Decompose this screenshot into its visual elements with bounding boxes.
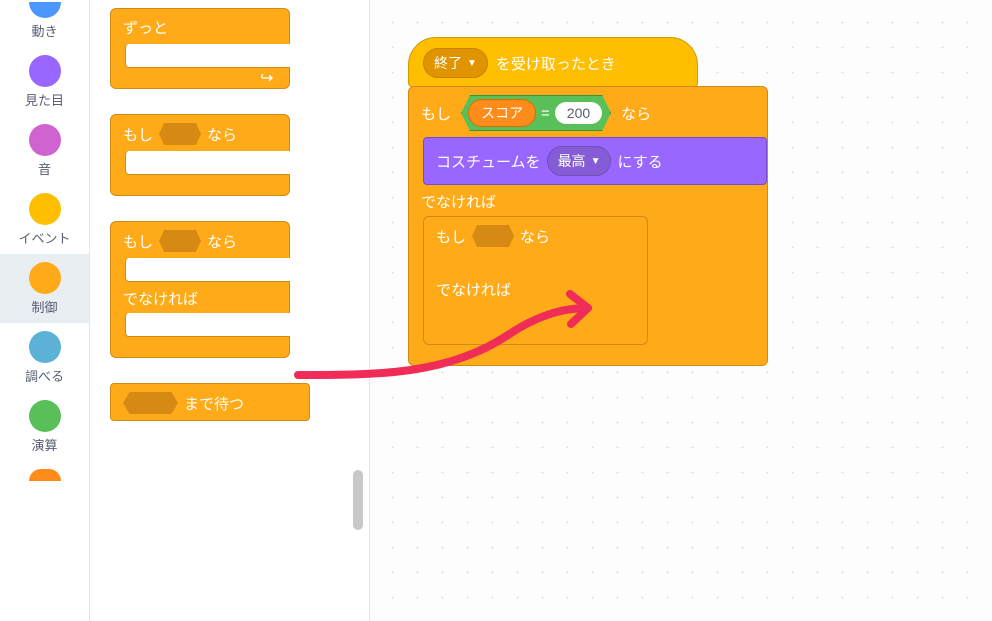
events-dot-icon — [29, 193, 61, 225]
block-label-then: なら — [207, 231, 237, 252]
user-script[interactable]: 終了 ▼ を受け取ったとき もし スコア = 200 なら — [408, 38, 768, 366]
block-if-else[interactable]: もし なら でなければ — [110, 221, 290, 358]
block-label: コスチュームを — [436, 151, 541, 172]
block-label-if: もし — [421, 103, 451, 124]
category-operators[interactable]: 演算 — [0, 392, 89, 461]
control-dot-icon — [29, 262, 61, 294]
block-label-if: もし — [123, 231, 153, 252]
operator-equals[interactable]: スコア = 200 — [461, 95, 611, 131]
category-motion[interactable]: 動き — [0, 2, 89, 47]
block-switch-costume[interactable]: コスチュームを 最高 ▼ にする — [423, 137, 767, 185]
block-label-else: でなければ — [123, 291, 198, 308]
block-label-else: でなければ — [436, 282, 511, 299]
boolean-input-slot[interactable] — [123, 392, 178, 414]
scratch-editor: 動き 見た目 音 イベント 制御 調べる 演算 — [0, 0, 992, 621]
block-label: ずっと — [123, 17, 168, 38]
message-dropdown[interactable]: 終了 ▼ — [423, 48, 488, 78]
block-palette: ずっと ↩ もし なら もし なら — [90, 0, 370, 621]
operators-dot-icon — [29, 400, 61, 432]
category-label: イベント — [18, 228, 70, 247]
category-looks[interactable]: 見た目 — [0, 47, 89, 116]
category-control[interactable]: 制御 — [0, 254, 89, 323]
looks-dot-icon — [29, 55, 61, 87]
dropdown-value: 最高 — [558, 151, 586, 171]
costume-dropdown[interactable]: 最高 ▼ — [547, 146, 612, 176]
variable-reporter[interactable]: スコア — [468, 99, 536, 127]
chevron-down-icon: ▼ — [467, 58, 477, 69]
boolean-input-slot[interactable] — [159, 123, 201, 145]
block-label: にする — [617, 151, 662, 172]
block-label: を受け取ったとき — [496, 53, 616, 74]
block-label-then: なら — [621, 103, 651, 124]
block-if-else-outer[interactable]: もし スコア = 200 なら コスチュームを 最高 ▼ — [408, 86, 768, 366]
boolean-input-slot[interactable] — [159, 230, 201, 252]
category-label: 見た目 — [25, 90, 64, 109]
block-label-if: もし — [123, 124, 153, 145]
sensing-dot-icon — [29, 331, 61, 363]
category-label: 演算 — [31, 435, 57, 454]
category-label: 制御 — [31, 297, 57, 316]
category-sidebar: 動き 見た目 音 イベント 制御 調べる 演算 — [0, 0, 90, 621]
motion-dot-icon — [29, 2, 61, 18]
loop-arrow-icon: ↩ — [260, 68, 273, 88]
category-events[interactable]: イベント — [0, 185, 89, 254]
block-if[interactable]: もし なら — [110, 114, 290, 196]
block-label-if: もし — [436, 226, 466, 247]
category-sensing[interactable]: 調べる — [0, 323, 89, 392]
block-label-else: でなければ — [421, 194, 496, 211]
chevron-down-icon: ▼ — [591, 156, 601, 167]
block-label-then: なら — [520, 226, 550, 247]
boolean-input-slot[interactable] — [472, 225, 514, 247]
category-label: 音 — [38, 159, 51, 178]
block-wait-until[interactable]: まで待つ — [110, 383, 310, 421]
block-label: まで待つ — [184, 393, 244, 414]
number-input[interactable]: 200 — [555, 102, 602, 124]
operator-symbol: = — [541, 105, 550, 122]
block-when-received[interactable]: 終了 ▼ を受け取ったとき — [408, 37, 698, 87]
category-label: 動き — [31, 21, 57, 40]
next-dot-icon — [29, 469, 61, 481]
palette-scrollbar[interactable] — [353, 470, 363, 530]
block-label-then: なら — [207, 124, 237, 145]
block-forever[interactable]: ずっと ↩ — [110, 8, 290, 89]
category-label: 調べる — [25, 366, 64, 385]
category-next[interactable] — [0, 461, 89, 481]
block-if-else-inner[interactable]: もし なら でなければ — [423, 216, 648, 345]
sound-dot-icon — [29, 124, 61, 156]
scripting-workspace[interactable]: 終了 ▼ を受け取ったとき もし スコア = 200 なら — [370, 0, 992, 621]
dropdown-value: 終了 — [434, 53, 462, 73]
category-sound[interactable]: 音 — [0, 116, 89, 185]
